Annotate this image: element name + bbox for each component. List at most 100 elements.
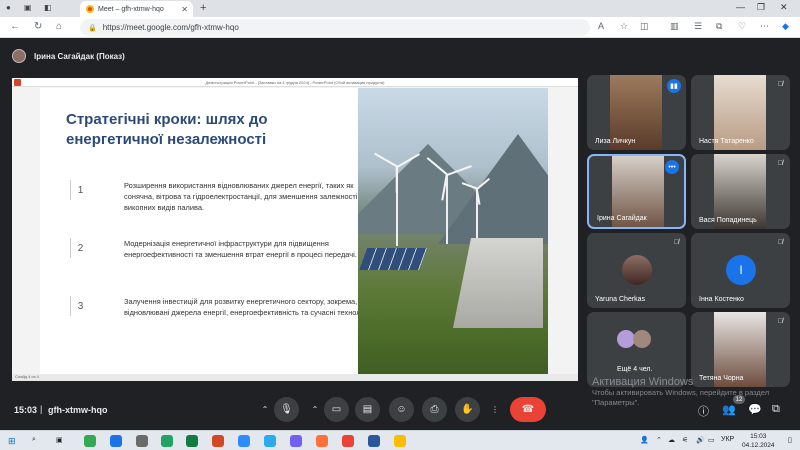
network-icon[interactable]: ⚟ bbox=[682, 436, 688, 444]
workspaces-icon[interactable]: ◧ bbox=[44, 3, 52, 12]
battery-icon[interactable]: ▭ bbox=[708, 436, 715, 444]
home-icon[interactable]: ⌂ bbox=[56, 21, 62, 32]
system-clock[interactable]: 15:03 04.12.2024 bbox=[742, 432, 775, 450]
emoji-button[interactable]: ☺ bbox=[389, 397, 414, 422]
mic-button[interactable]: 🎙 bbox=[274, 397, 299, 422]
extensions-icon[interactable]: ♡ bbox=[738, 21, 746, 32]
participant-name: Інна Костенко bbox=[699, 296, 744, 303]
mic-off-icon: 🎙̸ bbox=[777, 239, 783, 246]
meeting-info-icon[interactable]: ⓘ bbox=[698, 403, 709, 419]
ppt-statusbar: Слайд 4 из 4 bbox=[12, 374, 578, 381]
chrome-app-icon[interactable] bbox=[342, 435, 354, 447]
sidebar-icon[interactable]: ▥ bbox=[670, 21, 679, 32]
minimize-icon[interactable]: — bbox=[736, 2, 745, 12]
participant-name: Ірина Сагайдак bbox=[597, 215, 647, 222]
participant-tile[interactable]: ▮▮ Лиза Личкун bbox=[587, 75, 686, 150]
end-call-button[interactable]: ☎ bbox=[510, 397, 546, 422]
zoom-app-icon[interactable] bbox=[110, 435, 122, 447]
favorite-icon[interactable]: ☆ bbox=[620, 21, 628, 32]
url-text: https://meet.google.com/gfh-xtmw-hqo bbox=[102, 23, 239, 32]
solar-panels-shape bbox=[358, 248, 428, 270]
browser-toolbar: ← ↻ ⌂ 🔒 https://meet.google.com/gfh-xtmw… bbox=[0, 17, 800, 38]
participant-name: Вася Попадинець bbox=[699, 217, 757, 224]
word-app-icon[interactable] bbox=[368, 435, 380, 447]
participant-tile[interactable]: 🎙̸ Вася Попадинець bbox=[691, 154, 790, 229]
powerpoint-logo-icon bbox=[14, 79, 21, 86]
people-icon[interactable]: 👥 bbox=[722, 403, 736, 416]
file-explorer-icon[interactable] bbox=[136, 435, 148, 447]
maximize-icon[interactable]: ❐ bbox=[757, 2, 765, 13]
system-time: 15:03 bbox=[750, 433, 767, 440]
meet-window: Ірина Сагайдак (Показ) Демонстрация Powe… bbox=[0, 38, 800, 430]
tab-actions-icon[interactable]: ▣ bbox=[24, 3, 32, 12]
mountain-shape bbox=[438, 134, 548, 244]
presenter-bar: Ірина Сагайдак (Показ) bbox=[12, 48, 125, 64]
wind-turbine-icon bbox=[446, 174, 448, 244]
firefox-app-icon[interactable] bbox=[316, 435, 328, 447]
excel-app-icon[interactable] bbox=[161, 435, 173, 447]
volume-icon[interactable]: 🔊 bbox=[696, 436, 705, 444]
mic-off-icon: 🎙̸ bbox=[673, 239, 679, 246]
camera-button[interactable]: ▭ bbox=[324, 397, 349, 422]
tab-meet[interactable]: Meet – gfh-xtmw-hqo ✕ bbox=[80, 1, 193, 17]
search-icon[interactable]: ⌕ bbox=[32, 436, 36, 444]
present-button[interactable]: ⎙ bbox=[422, 397, 447, 422]
profile-icon[interactable]: ● bbox=[6, 3, 11, 12]
tray-arrow-icon[interactable]: ⌃ bbox=[656, 436, 662, 444]
raise-hand-button[interactable]: ✋ bbox=[455, 397, 480, 422]
edge-app-icon[interactable] bbox=[84, 435, 96, 447]
task-view-icon[interactable]: ▣ bbox=[56, 436, 63, 444]
lock-icon[interactable]: 🔒 bbox=[88, 24, 97, 32]
participant-name: Тетяна Чорна bbox=[699, 375, 744, 382]
participant-name: Настя Татаренко bbox=[699, 138, 754, 145]
step-number: 2 bbox=[70, 238, 90, 258]
renewable-energy-image bbox=[358, 88, 548, 374]
ppt-titlebar: Демонстрация PowerPoint - [Заставки на 4… bbox=[12, 78, 578, 87]
more-icon[interactable]: ⋯ bbox=[760, 21, 769, 32]
close-window-icon[interactable]: ✕ bbox=[780, 2, 788, 13]
mic-off-icon: 🎙̸ bbox=[777, 81, 783, 88]
activities-icon[interactable]: ⧉ bbox=[772, 403, 780, 416]
read-aloud-icon[interactable]: A bbox=[598, 21, 604, 31]
participant-tile[interactable]: І 🎙̸ Інна Костенко bbox=[691, 233, 790, 308]
windows-taskbar: ⊞ ⌕ ▣ 👤 ⌃ ☁ ⚟ 🔊 ▭ УКР 15:03 04.12.2024 ▯ bbox=[0, 430, 800, 450]
slide-counter: Слайд 4 из 4 bbox=[15, 374, 39, 379]
new-tab-icon[interactable]: + bbox=[200, 2, 206, 14]
step-text: Розширення використання відновлюваних дж… bbox=[124, 181, 370, 212]
address-bar[interactable]: 🔒 https://meet.google.com/gfh-xtmw-hqo bbox=[80, 19, 590, 36]
cloud-icon[interactable]: ☁ bbox=[668, 436, 675, 444]
spreadsheet-app-icon[interactable] bbox=[186, 435, 198, 447]
step-number: 3 bbox=[70, 296, 90, 316]
participant-tile[interactable]: 🎙̸ Настя Татаренко bbox=[691, 75, 790, 150]
close-tab-icon[interactable]: ✕ bbox=[181, 5, 188, 14]
collections-icon[interactable]: ⧉ bbox=[716, 21, 722, 32]
chrome-profile-app-icon[interactable] bbox=[394, 435, 406, 447]
captions-button[interactable]: ▤ bbox=[355, 397, 380, 422]
slide: Стратегічні кроки: шлях до енергетичної … bbox=[40, 88, 548, 374]
video-options-icon[interactable]: ⌃ bbox=[307, 397, 323, 422]
viber-app-icon[interactable] bbox=[290, 435, 302, 447]
meeting-code: gfh-xtmw-hqo bbox=[48, 405, 108, 415]
copilot-icon[interactable]: ◆ bbox=[782, 21, 789, 32]
person-icon[interactable]: 👤 bbox=[640, 436, 649, 444]
notifications-icon[interactable]: ▯ bbox=[788, 436, 792, 444]
mic-off-icon: 🎙̸ bbox=[777, 160, 783, 167]
chat-icon[interactable]: 💬 bbox=[748, 403, 762, 416]
reload-icon[interactable]: ↻ bbox=[34, 21, 42, 32]
participant-tile[interactable]: ••• Ірина Сагайдак bbox=[587, 154, 686, 229]
split-screen-icon[interactable]: ◫ bbox=[640, 21, 649, 32]
audio-options-icon[interactable]: ⌃ bbox=[257, 397, 273, 422]
more-options-icon[interactable]: ⋮ bbox=[487, 397, 503, 422]
back-icon[interactable]: ← bbox=[10, 21, 20, 32]
participant-tile[interactable]: 🎙̸ Тетяна Чорна bbox=[691, 312, 790, 387]
keyboard-language[interactable]: УКР bbox=[721, 436, 734, 443]
teamviewer-app-icon[interactable] bbox=[238, 435, 250, 447]
avatar bbox=[633, 330, 651, 348]
windows-start-icon[interactable]: ⊞ bbox=[8, 436, 16, 447]
powerpoint-app-icon[interactable] bbox=[212, 435, 224, 447]
favorites-icon[interactable]: ☰ bbox=[694, 21, 702, 32]
more-options-icon[interactable]: ••• bbox=[665, 160, 679, 174]
participant-tile[interactable]: 🎙̸ Yaruna Cherkas bbox=[587, 233, 686, 308]
telegram-app-icon[interactable] bbox=[264, 435, 276, 447]
dam-shape bbox=[453, 238, 543, 328]
